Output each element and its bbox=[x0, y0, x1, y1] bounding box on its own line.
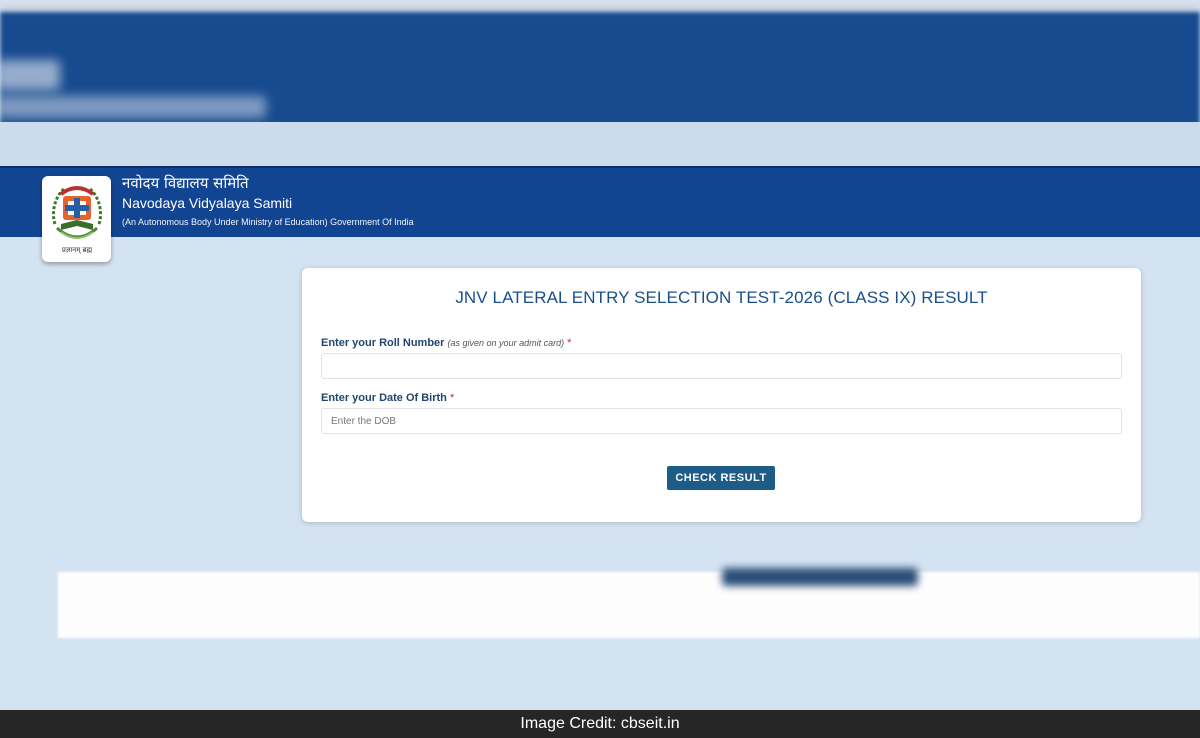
logo-motto: प्रज्ञानम् ब्रह्म bbox=[61, 246, 92, 254]
dob-label-text: Enter your Date Of Birth bbox=[321, 392, 447, 404]
roll-number-input[interactable] bbox=[321, 353, 1122, 379]
check-result-button[interactable]: CHECK RESULT bbox=[667, 466, 775, 490]
required-marker: * bbox=[567, 337, 572, 349]
blurred-banner-subtext bbox=[0, 96, 266, 118]
required-marker: * bbox=[449, 392, 455, 404]
header-text: नवोदय विद्यालय समिति Navodaya Vidyalaya … bbox=[122, 173, 414, 229]
nvs-logo[interactable]: प्रज्ञानम् ब्रह्म bbox=[42, 176, 111, 262]
org-name-hindi: नवोदय विद्यालय समिति bbox=[122, 174, 249, 192]
org-subtitle: (An Autonomous Body Under Ministry of Ed… bbox=[122, 217, 414, 227]
blurred-lower-section bbox=[58, 572, 1200, 638]
dob-label: Enter your Date Of Birth * bbox=[321, 392, 454, 404]
blurred-banner-text bbox=[0, 60, 60, 90]
blurred-lower-button bbox=[722, 568, 918, 586]
roll-number-label-text: Enter your Roll Number bbox=[321, 337, 445, 349]
org-name: Navodaya Vidyalaya Samiti bbox=[122, 195, 293, 211]
result-form-card: JNV LATERAL ENTRY SELECTION TEST-2026 (C… bbox=[302, 268, 1141, 522]
blurred-banner bbox=[0, 12, 1200, 126]
nvs-emblem-icon: प्रज्ञानम् ब्रह्म bbox=[51, 186, 102, 254]
page-title: JNV LATERAL ENTRY SELECTION TEST-2026 (C… bbox=[455, 288, 988, 307]
blurred-band bbox=[0, 122, 1200, 166]
image-credit: Image Credit: cbseit.in bbox=[0, 710, 1200, 738]
roll-number-hint: (as given on your admit card) bbox=[447, 338, 565, 348]
roll-number-label: Enter your Roll Number (as given on your… bbox=[321, 337, 571, 349]
dob-input[interactable] bbox=[321, 408, 1122, 434]
